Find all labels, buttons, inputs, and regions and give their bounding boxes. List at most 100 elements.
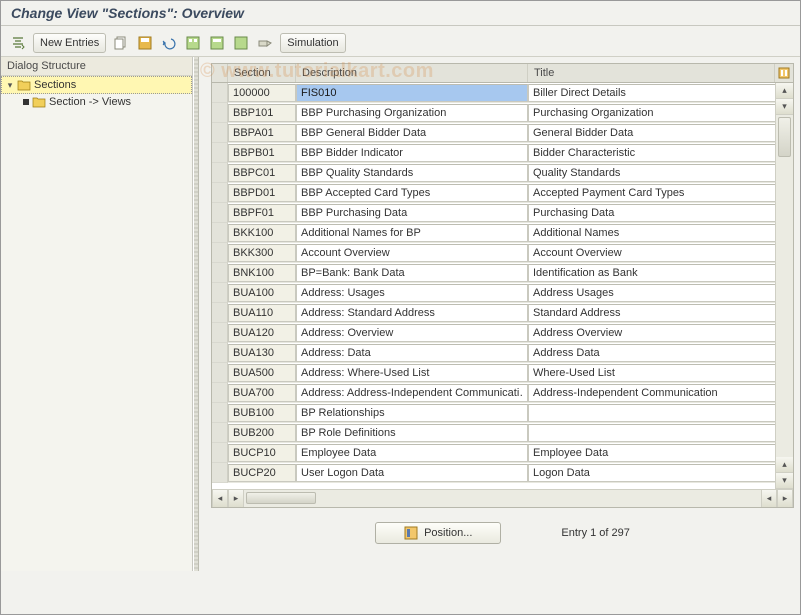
simulation-button[interactable]: Simulation [280, 33, 345, 53]
scrollbar-track[interactable] [776, 115, 793, 457]
description-input[interactable] [296, 304, 528, 322]
section-input[interactable] [228, 424, 296, 442]
row-selector[interactable] [212, 283, 228, 303]
section-input[interactable] [228, 344, 296, 362]
table-row[interactable] [212, 383, 793, 403]
title-input[interactable] [528, 464, 793, 482]
vertical-scrollbar[interactable]: ▴ ▾ ▴ ▾ [775, 83, 793, 489]
table-row[interactable] [212, 463, 793, 483]
table-row[interactable] [212, 323, 793, 343]
title-input[interactable] [528, 344, 793, 362]
scroll-right-icon[interactable]: ▸ [777, 490, 793, 507]
undo-icon[interactable] [160, 34, 178, 52]
row-selector[interactable] [212, 223, 228, 243]
section-input[interactable] [228, 324, 296, 342]
row-selector-header[interactable] [212, 64, 228, 82]
section-input[interactable] [228, 284, 296, 302]
description-input[interactable] [296, 344, 528, 362]
section-input[interactable] [228, 404, 296, 422]
description-input[interactable] [296, 364, 528, 382]
scrollbar-thumb[interactable] [246, 492, 316, 504]
table-row[interactable] [212, 263, 793, 283]
scrollbar-thumb[interactable] [778, 117, 791, 157]
table-row[interactable] [212, 223, 793, 243]
section-input[interactable] [228, 304, 296, 322]
transport-icon[interactable] [256, 34, 274, 52]
table-row[interactable] [212, 163, 793, 183]
scroll-left-icon[interactable]: ◂ [761, 490, 777, 507]
scroll-up-icon[interactable]: ▴ [776, 457, 793, 473]
section-input[interactable] [228, 364, 296, 382]
row-selector[interactable] [212, 123, 228, 143]
title-input[interactable] [528, 304, 793, 322]
description-input[interactable] [296, 164, 528, 182]
row-selector[interactable] [212, 363, 228, 383]
title-input[interactable] [528, 144, 793, 162]
table-row[interactable] [212, 83, 793, 103]
table-row[interactable] [212, 303, 793, 323]
row-selector[interactable] [212, 143, 228, 163]
section-input[interactable] [228, 184, 296, 202]
row-selector[interactable] [212, 303, 228, 323]
row-selector[interactable] [212, 403, 228, 423]
title-input[interactable] [528, 164, 793, 182]
description-input[interactable] [296, 384, 528, 402]
description-input[interactable] [296, 284, 528, 302]
section-input[interactable] [228, 444, 296, 462]
scroll-right-icon[interactable]: ▸ [228, 490, 244, 507]
scroll-up-icon[interactable]: ▴ [776, 83, 793, 99]
col-header-title[interactable]: Title [528, 64, 775, 82]
table-row[interactable] [212, 403, 793, 423]
row-selector[interactable] [212, 343, 228, 363]
toggle-icon[interactable] [9, 34, 27, 52]
scrollbar-track[interactable] [244, 490, 761, 507]
collapse-icon[interactable]: ▾ [6, 80, 14, 91]
description-input[interactable] [296, 244, 528, 262]
row-selector[interactable] [212, 83, 228, 103]
position-button[interactable]: Position... [375, 522, 501, 544]
row-selector[interactable] [212, 383, 228, 403]
deselect-icon[interactable] [232, 34, 250, 52]
description-input[interactable] [296, 464, 528, 482]
section-input[interactable] [228, 84, 296, 102]
title-input[interactable] [528, 424, 793, 442]
table-row[interactable] [212, 143, 793, 163]
title-input[interactable] [528, 184, 793, 202]
description-input[interactable] [296, 124, 528, 142]
section-input[interactable] [228, 264, 296, 282]
title-input[interactable] [528, 364, 793, 382]
row-selector[interactable] [212, 423, 228, 443]
table-row[interactable] [212, 283, 793, 303]
title-input[interactable] [528, 384, 793, 402]
table-config-icon[interactable] [775, 64, 793, 82]
save-icon[interactable] [136, 34, 154, 52]
title-input[interactable] [528, 284, 793, 302]
row-selector[interactable] [212, 323, 228, 343]
section-input[interactable] [228, 104, 296, 122]
row-selector[interactable] [212, 183, 228, 203]
row-selector[interactable] [212, 103, 228, 123]
scroll-down-icon[interactable]: ▾ [776, 99, 793, 115]
tree-node-section-views[interactable]: Section -> Views [1, 94, 192, 110]
section-input[interactable] [228, 384, 296, 402]
new-entries-button[interactable]: New Entries [33, 33, 106, 53]
description-input[interactable] [296, 204, 528, 222]
section-input[interactable] [228, 124, 296, 142]
table-row[interactable] [212, 343, 793, 363]
row-selector[interactable] [212, 243, 228, 263]
table-row[interactable] [212, 363, 793, 383]
section-input[interactable] [228, 224, 296, 242]
section-input[interactable] [228, 164, 296, 182]
description-input[interactable] [296, 104, 528, 122]
scroll-left-icon[interactable]: ◂ [212, 490, 228, 507]
table-row[interactable] [212, 183, 793, 203]
copy-icon[interactable] [112, 34, 130, 52]
select-block-icon[interactable] [208, 34, 226, 52]
section-input[interactable] [228, 204, 296, 222]
title-input[interactable] [528, 264, 793, 282]
title-input[interactable] [528, 244, 793, 262]
description-input[interactable] [296, 144, 528, 162]
tree-node-sections[interactable]: ▾ Sections [1, 76, 192, 94]
section-input[interactable] [228, 464, 296, 482]
title-input[interactable] [528, 204, 793, 222]
